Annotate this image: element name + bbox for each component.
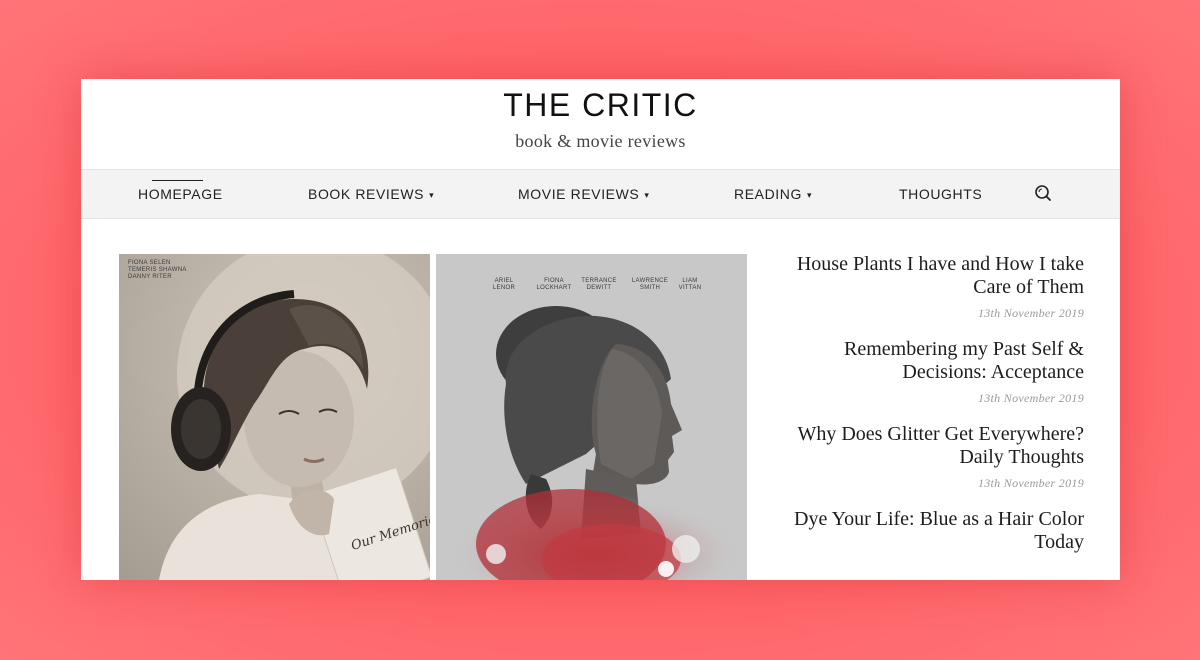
credit-name: FIONA SELEN — [128, 260, 171, 266]
credit-name: TEMERIS SHAWNA — [128, 267, 187, 273]
caret-down-icon: ▾ — [807, 190, 813, 200]
recent-posts-sidebar: House Plants I have and How I take Care … — [781, 253, 1084, 571]
caret-down-icon: ▾ — [429, 190, 435, 200]
featured-post-image-movie[interactable]: ARIEL LENOR FIONA LOCKHART TERRANCE DEWI… — [436, 254, 747, 580]
credit-last: VITTAN — [678, 285, 702, 291]
nav-item-reading[interactable]: READING ▾ — [734, 170, 812, 218]
credit-first: ARIEL — [494, 278, 514, 284]
nav-item-label: BOOK REVIEWS — [308, 186, 425, 202]
post-item: Remembering my Past Self & Decisions: Ac… — [781, 338, 1084, 406]
featured-post-image-book[interactable]: Our Memories FIONA SELEN TEMERIS SHAWNA … — [119, 254, 430, 580]
main-navigation: HOMEPAGE BOOK REVIEWS ▾ MOVIE REVIEWS ▾ RE… — [81, 169, 1120, 219]
post-item: House Plants I have and How I take Care … — [781, 253, 1084, 321]
nav-item-book-reviews[interactable]: BOOK REVIEWS ▾ — [308, 170, 434, 218]
post-item: Why Does Glitter Get Everywhere? Daily T… — [781, 423, 1084, 491]
nav-item-thoughts[interactable]: THOUGHTS — [899, 170, 982, 218]
site-header: THE CRITIC book & movie reviews — [81, 79, 1120, 169]
search-icon — [1035, 185, 1051, 201]
woman-profile-illustration — [436, 254, 747, 580]
site-tagline: book & movie reviews — [515, 131, 686, 151]
nav-item-label: THOUGHTS — [899, 186, 983, 202]
post-title-link[interactable]: Remembering my Past Self & Decisions: Ac… — [781, 338, 1084, 384]
caret-down-icon: ▾ — [644, 190, 650, 200]
poster-credit: LIAM VITTAN — [662, 278, 718, 292]
poster-credits: FIONA SELEN TEMERIS SHAWNA DANNY RITER — [128, 260, 187, 281]
poster-credit: ARIEL LENOR — [476, 278, 532, 292]
credit-first: LIAM — [682, 278, 698, 284]
post-date: 13th November 2019 — [977, 476, 1084, 490]
nav-item-label: READING — [734, 186, 802, 202]
girl-with-headphones-illustration: Our Memories — [119, 254, 430, 580]
nav-item-homepage[interactable]: HOMEPAGE — [138, 170, 223, 218]
credit-last: LENOR — [492, 285, 516, 291]
nav-item-movie-reviews[interactable]: MOVIE REVIEWS ▾ — [518, 170, 650, 218]
site-title[interactable]: THE CRITIC — [81, 87, 1120, 124]
post-date: 13th November 2019 — [977, 391, 1084, 405]
credit-name: DANNY RITER — [128, 274, 172, 280]
nav-item-label: MOVIE REVIEWS — [518, 186, 640, 202]
post-date: 13th November 2019 — [977, 306, 1084, 320]
post-title-link[interactable]: House Plants I have and How I take Care … — [781, 253, 1084, 299]
post-item: Dye Your Life: Blue as a Hair Color Toda… — [781, 508, 1084, 554]
search-button[interactable] — [1034, 184, 1052, 202]
post-title-link[interactable]: Why Does Glitter Get Everywhere? Daily T… — [781, 423, 1084, 469]
nav-item-label: HOMEPAGE — [138, 186, 223, 202]
post-title-link[interactable]: Dye Your Life: Blue as a Hair Color Toda… — [781, 508, 1084, 554]
browser-page: THE CRITIC book & movie reviews HOMEPAGE… — [81, 79, 1120, 580]
